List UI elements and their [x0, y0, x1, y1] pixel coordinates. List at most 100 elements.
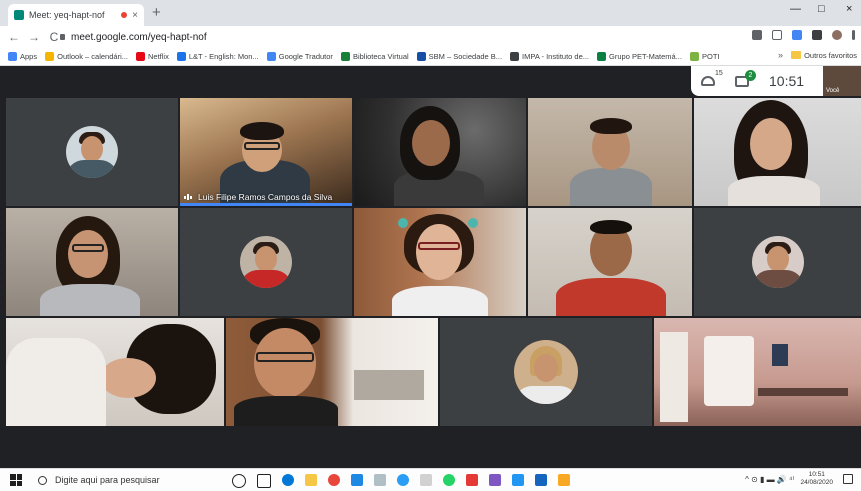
bookmark-label: Outlook – calendári...: [57, 52, 128, 61]
bookmark-item[interactable]: Netflix: [135, 52, 169, 61]
file-explorer-icon[interactable]: [305, 474, 317, 486]
extension-icon[interactable]: [792, 30, 802, 40]
chrome-icon[interactable]: [328, 474, 340, 486]
speaker-name-tag: Luis Filipe Ramos Campos da Silva: [184, 192, 332, 202]
participant-tile[interactable]: [226, 318, 438, 426]
bookmark-icon: [45, 52, 55, 61]
clock-time: 10:51: [808, 471, 825, 478]
more-bookmarks-button[interactable]: »: [778, 50, 783, 60]
tray-icons[interactable]: ^ ⊙ ▮ ▬ 🔊 ⁴⁾: [745, 475, 794, 484]
bookmark-item[interactable]: Apps: [8, 52, 37, 61]
clock-date: 24/08/2020: [800, 479, 833, 486]
bookmark-item[interactable]: IMPA - Instituto de...: [510, 52, 589, 61]
bookmark-icon: [510, 52, 520, 61]
meeting-clock: 10:51: [769, 73, 805, 89]
participant-avatar: [751, 236, 804, 288]
maximize-button[interactable]: □: [818, 3, 825, 15]
app-icon[interactable]: [351, 474, 363, 486]
app-icon[interactable]: [558, 474, 570, 486]
whatsapp-icon[interactable]: [443, 474, 455, 486]
cortana-icon[interactable]: [232, 474, 246, 488]
bookmark-icon: [340, 52, 350, 61]
active-speaker-bar: [180, 203, 352, 206]
windows-start-icon[interactable]: [10, 474, 22, 486]
reload-button[interactable]: C: [48, 30, 60, 44]
browser-toolbar: ← → C meet.google.com/yeq-hapt-nof: [0, 26, 861, 48]
people-icon: [701, 76, 715, 86]
meet-grid: Luis Filipe Ramos Campos da Silva 15 2 1…: [0, 66, 861, 468]
telegram-icon[interactable]: [397, 474, 409, 486]
settings-icon[interactable]: [374, 474, 386, 486]
people-button[interactable]: 15: [701, 70, 723, 88]
bookmark-icon: [597, 52, 607, 61]
recording-indicator-icon: [121, 12, 128, 18]
bookmark-label: Google Tradutor: [278, 52, 333, 61]
participant-tile[interactable]: [528, 98, 692, 206]
participant-tile-speaking[interactable]: Luis Filipe Ramos Campos da Silva: [180, 98, 352, 206]
tab-meet[interactable]: Meet: yeq-hapt-nof ×: [8, 4, 144, 26]
task-view-icon[interactable]: [257, 474, 271, 488]
speaking-indicator-icon: [184, 194, 194, 200]
app-icon[interactable]: [535, 474, 547, 486]
tab-close-button[interactable]: ×: [132, 10, 138, 21]
mail-icon[interactable]: [512, 474, 524, 486]
app-icon[interactable]: [466, 474, 478, 486]
taskbar-clock[interactable]: 10:51 24/08/2020: [800, 471, 833, 487]
bookmark-item[interactable]: Biblioteca Virtual: [340, 52, 409, 61]
bookmark-icon: [416, 52, 426, 61]
bookmark-item[interactable]: Google Tradutor: [266, 52, 333, 61]
bookmark-item[interactable]: Outlook – calendári...: [45, 52, 128, 61]
address-bar[interactable]: meet.google.com/yeq-hapt-nof: [60, 28, 740, 46]
bookmark-item[interactable]: Grupo PET-Matemá...: [597, 52, 682, 61]
bookmark-label: Apps: [20, 52, 38, 61]
participant-name: Luis Filipe Ramos Campos da Silva: [198, 192, 333, 202]
camera-icon[interactable]: [752, 30, 762, 40]
self-view-label: Você: [826, 88, 840, 94]
bookmark-item[interactable]: POTI: [689, 52, 720, 61]
taskbar-search[interactable]: Digite aqui para pesquisar: [38, 475, 228, 485]
chat-button[interactable]: 2: [733, 70, 756, 88]
participant-tile[interactable]: [6, 318, 224, 426]
self-view-tile[interactable]: Você: [823, 66, 861, 96]
puzzle-icon[interactable]: [812, 30, 822, 40]
back-button[interactable]: ←: [8, 30, 20, 44]
participant-tile[interactable]: [694, 98, 861, 206]
participant-avatar: [514, 340, 578, 404]
bookmark-icon: [135, 52, 145, 61]
bookmark-label: SBM – Sociedade B...: [428, 52, 503, 61]
notion-icon[interactable]: [420, 474, 432, 486]
bookmark-item[interactable]: L&T - English: Mon...: [176, 52, 259, 61]
participant-avatar: [240, 236, 292, 288]
notification-icon[interactable]: [843, 474, 853, 484]
edge-icon[interactable]: [282, 474, 294, 486]
participant-tile[interactable]: [354, 208, 526, 316]
participant-tile[interactable]: [694, 208, 861, 316]
participant-avatar: [66, 126, 118, 178]
bookmark-item[interactable]: SBM – Sociedade B...: [416, 52, 503, 61]
window-close-button[interactable]: ×: [846, 3, 852, 15]
participant-tile[interactable]: [354, 98, 526, 206]
other-bookmarks-label: Outros favoritos: [804, 50, 857, 60]
other-bookmarks[interactable]: » Outros favoritos: [778, 50, 857, 60]
app-icon[interactable]: [489, 474, 501, 486]
participant-tile[interactable]: [528, 208, 692, 316]
participant-tile[interactable]: [654, 318, 861, 426]
star-icon[interactable]: [772, 30, 782, 40]
participant-tile[interactable]: [6, 208, 178, 316]
lock-icon: [60, 34, 65, 40]
participant-tile[interactable]: [180, 208, 352, 316]
forward-button[interactable]: →: [28, 30, 40, 44]
menu-icon[interactable]: [852, 30, 855, 40]
new-tab-button[interactable]: +: [152, 4, 161, 22]
tab-title: Meet: yeq-hapt-nof: [29, 10, 105, 20]
chat-badge: 2: [745, 70, 756, 81]
bookmark-label: IMPA - Instituto de...: [522, 52, 590, 61]
participant-tile[interactable]: [6, 98, 178, 206]
bookmark-icon: [689, 52, 699, 61]
bookmark-label: Biblioteca Virtual: [352, 52, 409, 61]
participant-tile[interactable]: [440, 318, 652, 426]
profile-avatar[interactable]: [832, 30, 842, 40]
bookmark-label: Grupo PET-Matemá...: [609, 52, 682, 61]
minimize-button[interactable]: —: [790, 3, 801, 15]
system-tray: ^ ⊙ ▮ ▬ 🔊 ⁴⁾ 10:51 24/08/2020: [745, 471, 853, 487]
